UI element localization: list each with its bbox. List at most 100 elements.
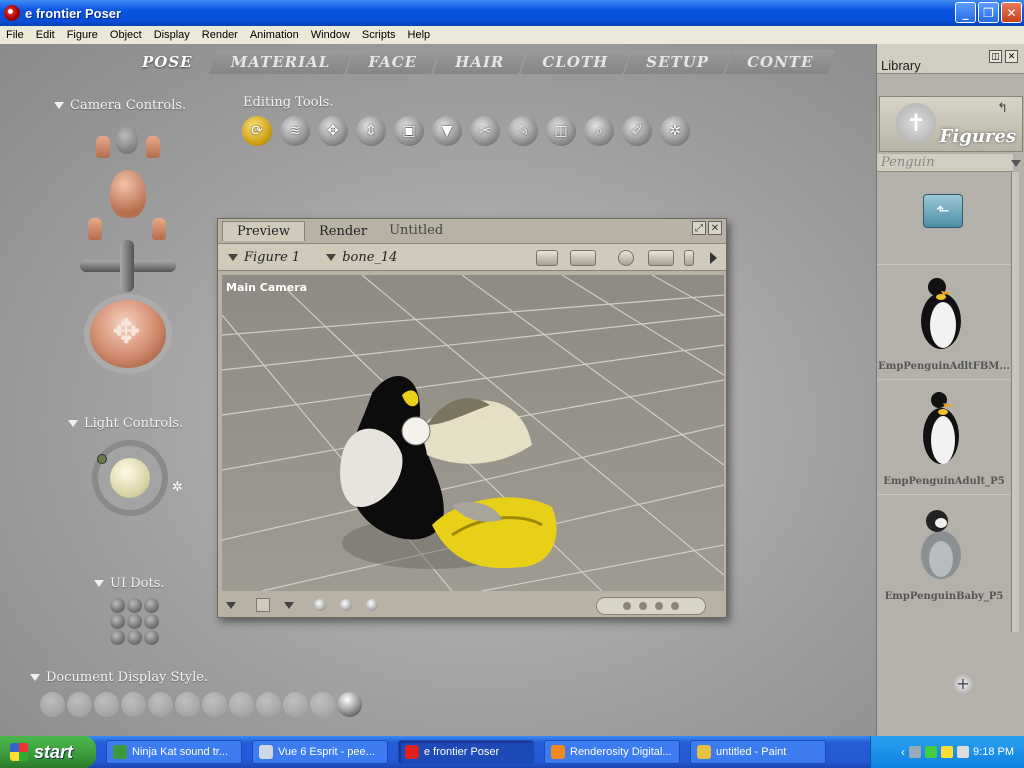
document-display-style-label[interactable]: Document Display Style.	[30, 670, 208, 685]
menu-animation[interactable]: Animation	[244, 29, 305, 41]
daemon-tools-icon[interactable]	[941, 746, 954, 758]
tab-pose[interactable]: POSE	[120, 50, 215, 74]
back-arrow-icon[interactable]: ↰	[997, 101, 1008, 116]
tab-content[interactable]: CONTE	[725, 50, 835, 74]
menu-file[interactable]: File	[0, 29, 30, 41]
display-icon[interactable]	[957, 746, 970, 758]
twist-icon[interactable]: ≋	[280, 116, 310, 146]
translate-in-out-icon[interactable]: ⇕	[356, 116, 386, 146]
tray-expand-icon[interactable]: ‹	[901, 745, 905, 759]
taskbar-button[interactable]: Renderosity Digital...	[544, 740, 680, 764]
menu-object[interactable]: Object	[104, 29, 148, 41]
menu-figure[interactable]: Figure	[61, 29, 104, 41]
flat-lined-style-icon[interactable]	[202, 692, 227, 717]
ui-dots-label[interactable]: UI Dots.	[94, 576, 165, 591]
play-arrow-icon[interactable]	[710, 252, 717, 264]
start-button[interactable]: start	[0, 736, 96, 768]
camera-select-icon[interactable]	[536, 250, 558, 266]
flat-shaded-style-icon[interactable]	[175, 692, 200, 717]
add-to-library-icon[interactable]: +	[953, 674, 973, 694]
camera-controls-label[interactable]: Camera Controls.	[54, 98, 186, 113]
gear-icon[interactable]	[618, 250, 634, 266]
menu-render[interactable]: Render	[196, 29, 244, 41]
depth-cue-icon[interactable]	[340, 599, 352, 611]
ui-dot[interactable]	[110, 630, 125, 645]
camera-face-icon[interactable]	[116, 126, 138, 154]
translate-icon[interactable]: ✥	[318, 116, 348, 146]
rotate-icon[interactable]: ⟳	[242, 116, 272, 146]
ui-dot[interactable]	[127, 614, 142, 629]
right-hand-icon[interactable]	[152, 218, 166, 240]
light-properties-icon[interactable]: ✲	[172, 480, 183, 495]
move-camera-icon[interactable]	[648, 250, 674, 266]
silhouette-style-icon[interactable]	[40, 692, 65, 717]
camera-view-icon[interactable]	[570, 250, 596, 266]
menu-help[interactable]: Help	[402, 29, 437, 41]
restore-button[interactable]: ❐	[978, 2, 999, 23]
ground-shadow-icon[interactable]	[366, 599, 378, 611]
library-close-icon[interactable]: ✕	[1005, 50, 1018, 63]
view-magnifier-icon[interactable]: ⌕	[584, 116, 614, 146]
ui-dot[interactable]	[127, 598, 142, 613]
tab-material[interactable]: MATERIAL	[209, 50, 353, 74]
scale-icon[interactable]: ▣	[394, 116, 424, 146]
ui-dot[interactable]	[144, 614, 159, 629]
menu-window[interactable]: Window	[305, 29, 356, 41]
close-button[interactable]: ✕	[1001, 2, 1022, 23]
maximize-icon[interactable]: ⤢	[692, 221, 706, 235]
figures-category[interactable]: ✝ ↰ Figures	[879, 96, 1023, 152]
ui-dot[interactable]	[127, 630, 142, 645]
ui-dot[interactable]	[144, 598, 159, 613]
ui-dot[interactable]	[144, 630, 159, 645]
library-item[interactable]: EmpPenguinAdult_P5	[877, 379, 1011, 494]
taskbar-button[interactable]: Ninja Kat sound tr...	[106, 740, 242, 764]
left-hand-icon[interactable]	[88, 218, 102, 240]
right-hand-camera-icon[interactable]	[146, 136, 160, 158]
library-item[interactable]: EmpPenguinBaby_P5	[877, 494, 1011, 609]
outline-style-icon[interactable]	[67, 692, 92, 717]
lit-wireframe-style-icon[interactable]	[148, 692, 173, 717]
cartoon-line-style-icon[interactable]	[256, 692, 281, 717]
actor-selector[interactable]: bone_14	[326, 250, 397, 265]
tab-face[interactable]: FACE	[346, 50, 439, 74]
smooth-lined-style-icon[interactable]	[310, 692, 335, 717]
wireframe-style-icon[interactable]	[94, 692, 119, 717]
taskbar-button[interactable]: e frontier Poser	[398, 740, 534, 764]
tab-hair[interactable]: HAIR	[433, 50, 526, 74]
minimize-button[interactable]: _	[955, 2, 976, 23]
tab-render[interactable]: Render	[305, 222, 381, 241]
hand-icon[interactable]	[684, 250, 694, 266]
ui-dot[interactable]	[110, 614, 125, 629]
taskbar-button[interactable]: untitled - Paint	[690, 740, 826, 764]
menu-edit[interactable]: Edit	[30, 29, 61, 41]
library-item[interactable]: EmpPenguinAdltFBM...	[877, 264, 1011, 379]
texture-shaded-style-icon[interactable]	[337, 692, 362, 717]
taskbar-button[interactable]: Vue 6 Esprit - pee...	[252, 740, 388, 764]
move-yz-control[interactable]	[120, 240, 134, 292]
trackball-icon[interactable]	[90, 300, 166, 368]
camera-head-icon[interactable]	[110, 170, 146, 218]
light-handle[interactable]	[97, 454, 107, 464]
background-color-swatch[interactable]	[256, 598, 270, 612]
ui-dot[interactable]	[110, 598, 125, 613]
menu-display[interactable]: Display	[148, 29, 196, 41]
library-subfolder-selector[interactable]: Penguin	[877, 154, 1021, 172]
grouping-icon[interactable]: ◫	[546, 116, 576, 146]
document-window-pager[interactable]	[596, 597, 706, 615]
shadow-toggle-icon[interactable]	[314, 599, 326, 611]
color-icon[interactable]: ✎	[508, 116, 538, 146]
network-icon[interactable]	[909, 746, 922, 758]
cartoon-style-icon[interactable]	[229, 692, 254, 717]
antivirus-icon[interactable]	[925, 746, 938, 758]
tab-cloth[interactable]: CLOTH	[520, 50, 630, 74]
library-popout-icon[interactable]: ◫	[989, 50, 1002, 63]
morphing-tool-icon[interactable]: ✐	[622, 116, 652, 146]
left-hand-camera-icon[interactable]	[96, 136, 110, 158]
light-controls-label[interactable]: Light Controls.	[68, 416, 183, 431]
direct-manipulation-icon[interactable]: ✲	[660, 116, 690, 146]
poser-app-icon[interactable]	[4, 5, 20, 21]
hidden-line-style-icon[interactable]	[121, 692, 146, 717]
folder-up-icon[interactable]: ⬑	[923, 194, 963, 228]
tab-preview[interactable]: Preview	[222, 221, 305, 241]
taper-icon[interactable]: ▼	[432, 116, 462, 146]
